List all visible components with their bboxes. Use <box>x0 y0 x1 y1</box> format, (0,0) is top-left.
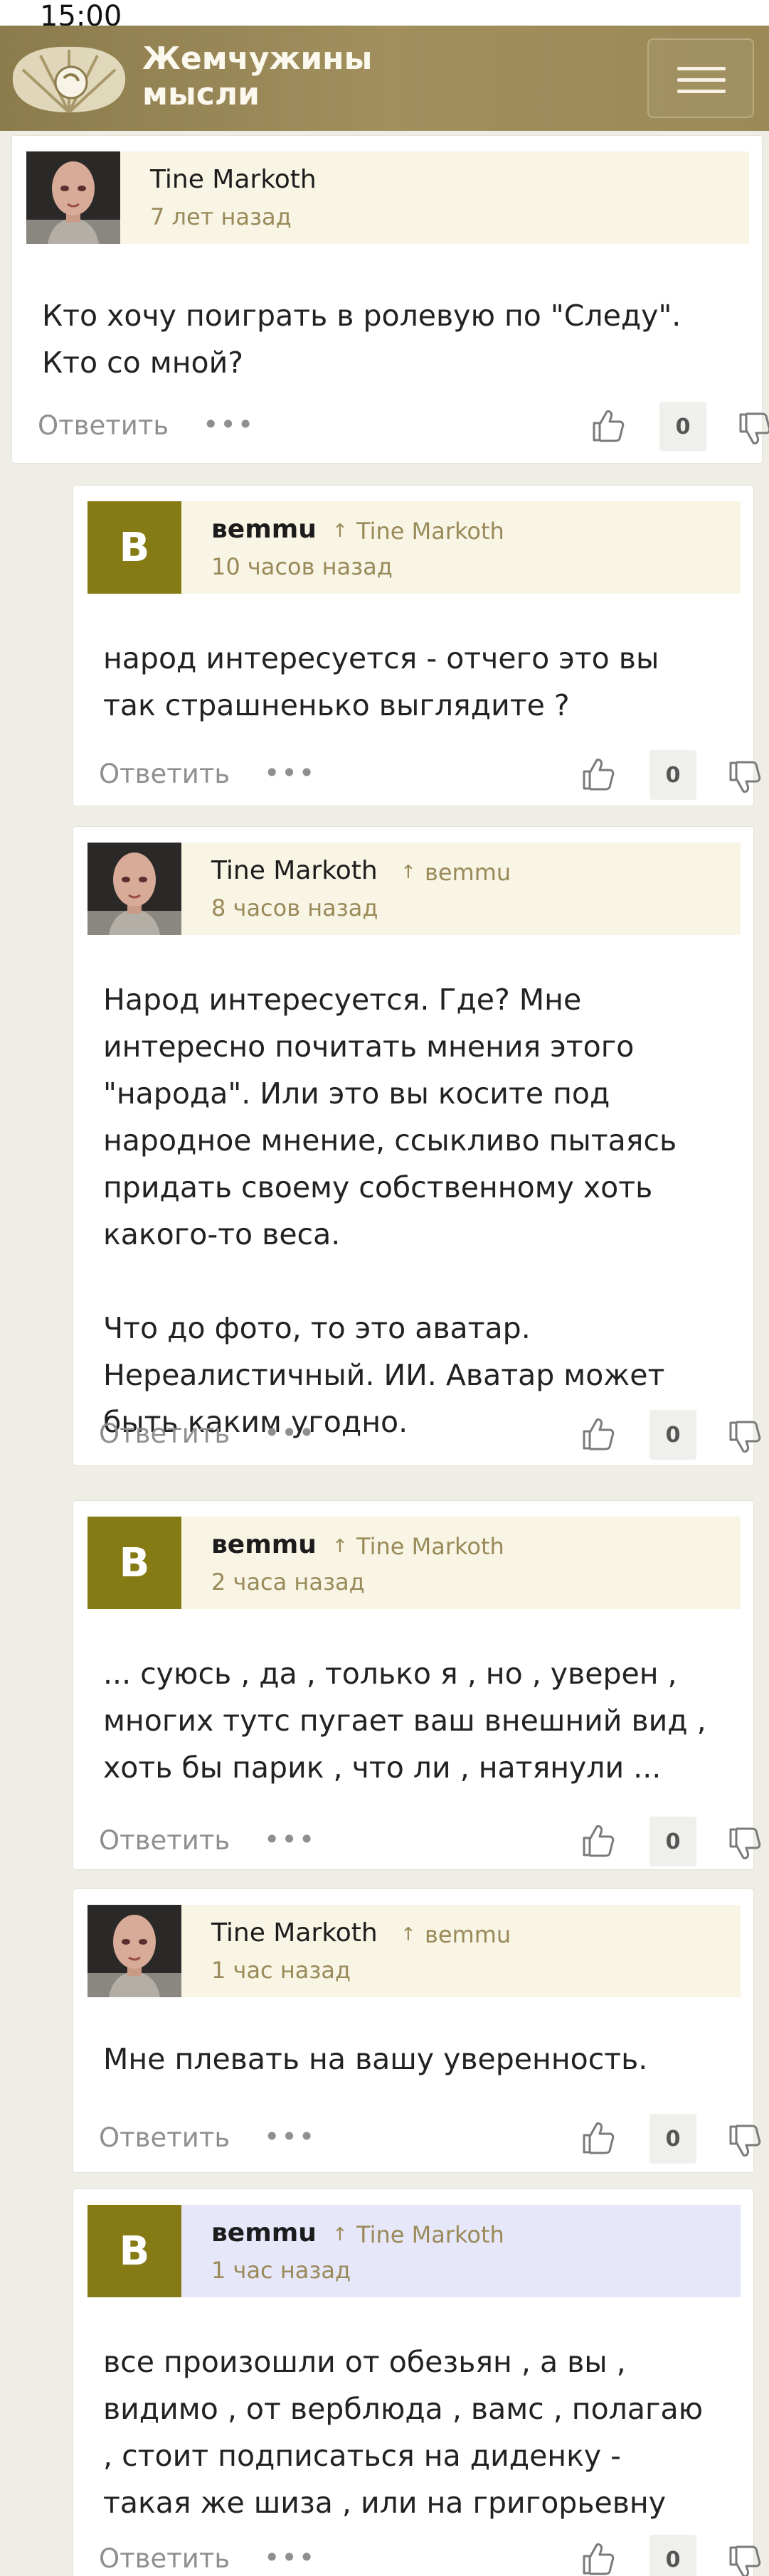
avatar[interactable]: B <box>87 2205 181 2297</box>
status-bar: 15:00 <box>0 0 769 33</box>
vote-count: 0 <box>649 2114 696 2164</box>
author-name[interactable]: веmmu <box>211 1529 317 1561</box>
comment-text: народ интересуется - отчего это вы так с… <box>103 641 659 722</box>
comment-timestamp: 1 час назад <box>211 2257 351 2284</box>
comment-card: Tine Markoth ↑ веmmu 8 часов назад Народ инт… <box>73 826 761 1466</box>
logo-line-2: мысли <box>142 76 260 112</box>
reply-arrow-icon: ↑ <box>401 1924 416 1945</box>
comment-text: Кто хочу поиграть в ролевую по "Следу". … <box>42 299 682 380</box>
comment-author-block: Tine Markoth ↑ веmmu 8 часов назад <box>87 843 741 935</box>
avatar[interactable]: B <box>87 1517 181 1609</box>
reply-button[interactable]: Ответить <box>99 1825 230 1856</box>
comment-author-block: Bвеmmu ↑ Tine Markoth 2 часа назад <box>87 1517 741 1609</box>
site-header: Жемчужины мысли <box>0 26 769 131</box>
thumbs-up-icon[interactable] <box>580 2540 617 2576</box>
vote-count: 0 <box>649 1410 696 1460</box>
comment-card: Tine Markoth ↑ веmmu 1 час назад Мне плевать… <box>73 1888 761 2173</box>
reply-button[interactable]: Ответить <box>38 410 169 442</box>
comment-card: Bвеmmu ↑ Tine Markoth 1 час назад все произо… <box>73 2188 761 2576</box>
vote-count: 0 <box>649 2535 696 2576</box>
comment-author-block: Bвеmmu ↑ Tine Markoth 1 час назад <box>87 2205 741 2297</box>
logo-line-1: Жемчужины <box>142 41 373 77</box>
reply-button[interactable]: Ответить <box>99 759 230 790</box>
avatar-image <box>26 151 120 244</box>
thumbs-down-icon[interactable] <box>726 759 763 796</box>
pearl-shell-icon[interactable] <box>9 41 129 119</box>
thumbs-up-icon[interactable] <box>580 1822 617 1859</box>
thumbs-up-icon[interactable] <box>580 2120 617 2157</box>
comment-author-block: Tine Markoth 7 лет назад <box>26 151 749 244</box>
vote-count: 0 <box>649 1817 696 1866</box>
comment-text: Народ интересуется. Где? Мне интересно п… <box>103 983 677 1251</box>
comment-author-block: Bвеmmu ↑ Tine Markoth 10 часов назад <box>87 501 741 594</box>
comment-timestamp: 10 часов назад <box>211 553 393 580</box>
comment-timestamp: 1 час назад <box>211 1957 351 1984</box>
comment-author-block: Tine Markoth ↑ веmmu 1 час назад <box>87 1905 741 1997</box>
thumbs-down-icon[interactable] <box>726 1418 763 1455</box>
more-options-button[interactable]: ••• <box>203 409 255 440</box>
comment-timestamp: 2 часа назад <box>211 1568 365 1596</box>
reply-to-link[interactable]: веmmu <box>425 1920 511 1949</box>
thumbs-up-icon[interactable] <box>580 1416 617 1453</box>
author-name[interactable]: Tine Markoth <box>211 1918 378 1949</box>
reply-button[interactable]: Ответить <box>99 1418 230 1450</box>
more-options-button[interactable]: ••• <box>264 1417 316 1448</box>
more-options-button[interactable]: ••• <box>264 1824 316 1855</box>
comment-text: все произошли от обезьян , а вы , видимо… <box>103 2345 704 2520</box>
author-name[interactable]: веmmu <box>211 514 317 545</box>
thumbs-down-icon[interactable] <box>726 2122 763 2159</box>
thumbs-down-icon[interactable] <box>736 410 769 447</box>
comment-text: Мне плевать на вашу уверенность. <box>103 2042 648 2076</box>
hamburger-menu-icon <box>677 67 726 70</box>
thumbs-down-icon[interactable] <box>726 2543 763 2576</box>
thumbs-up-icon[interactable] <box>580 756 617 793</box>
comment-card: Bвеmmu ↑ Tine Markoth 2 часа назад ... суюсь… <box>73 1500 761 1870</box>
more-options-button[interactable]: ••• <box>264 757 316 789</box>
reply-button[interactable]: Ответить <box>99 2122 230 2154</box>
comment-timestamp: 8 часов назад <box>211 894 378 921</box>
reply-to-link[interactable]: веmmu <box>425 858 511 887</box>
author-name[interactable]: Tine Markoth <box>150 164 317 196</box>
reply-arrow-icon: ↑ <box>332 520 348 542</box>
avatar[interactable] <box>87 1905 181 1997</box>
more-options-button[interactable]: ••• <box>264 2542 316 2573</box>
thumbs-down-icon[interactable] <box>726 1825 763 1862</box>
reply-arrow-icon: ↑ <box>401 862 416 883</box>
comment-card: Tine Markoth 7 лет назад Кто хочу поиграть… <box>11 135 769 464</box>
thumbs-up-icon[interactable] <box>590 407 627 444</box>
hamburger-menu-button[interactable] <box>647 38 754 118</box>
reply-button[interactable]: Ответить <box>99 2543 230 2575</box>
reply-to-link[interactable]: Tine Markoth <box>356 517 504 545</box>
reply-to-link[interactable]: Tine Markoth <box>356 2220 504 2249</box>
author-name[interactable]: веmmu <box>211 2218 317 2249</box>
avatar[interactable] <box>87 843 181 935</box>
reply-arrow-icon: ↑ <box>332 2224 348 2245</box>
comment-timestamp: 7 лет назад <box>150 203 292 230</box>
comment-card: Bвеmmu ↑ Tine Markoth 10 часов назад народ и… <box>73 485 761 806</box>
vote-count: 0 <box>649 750 696 800</box>
author-name[interactable]: Tine Markoth <box>211 855 378 887</box>
reply-to-link[interactable]: Tine Markoth <box>356 1532 504 1561</box>
reply-arrow-icon: ↑ <box>332 1536 348 1557</box>
more-options-button[interactable]: ••• <box>264 2121 316 2152</box>
avatar[interactable]: B <box>87 501 181 594</box>
comment-text: ... суюсь , да , только я , но , уверен … <box>103 1657 706 1785</box>
vote-count: 0 <box>659 402 706 451</box>
avatar-image <box>87 1905 181 1997</box>
avatar-image <box>87 843 181 935</box>
site-logo-text[interactable]: Жемчужины мысли <box>142 41 372 112</box>
avatar[interactable] <box>26 151 120 244</box>
